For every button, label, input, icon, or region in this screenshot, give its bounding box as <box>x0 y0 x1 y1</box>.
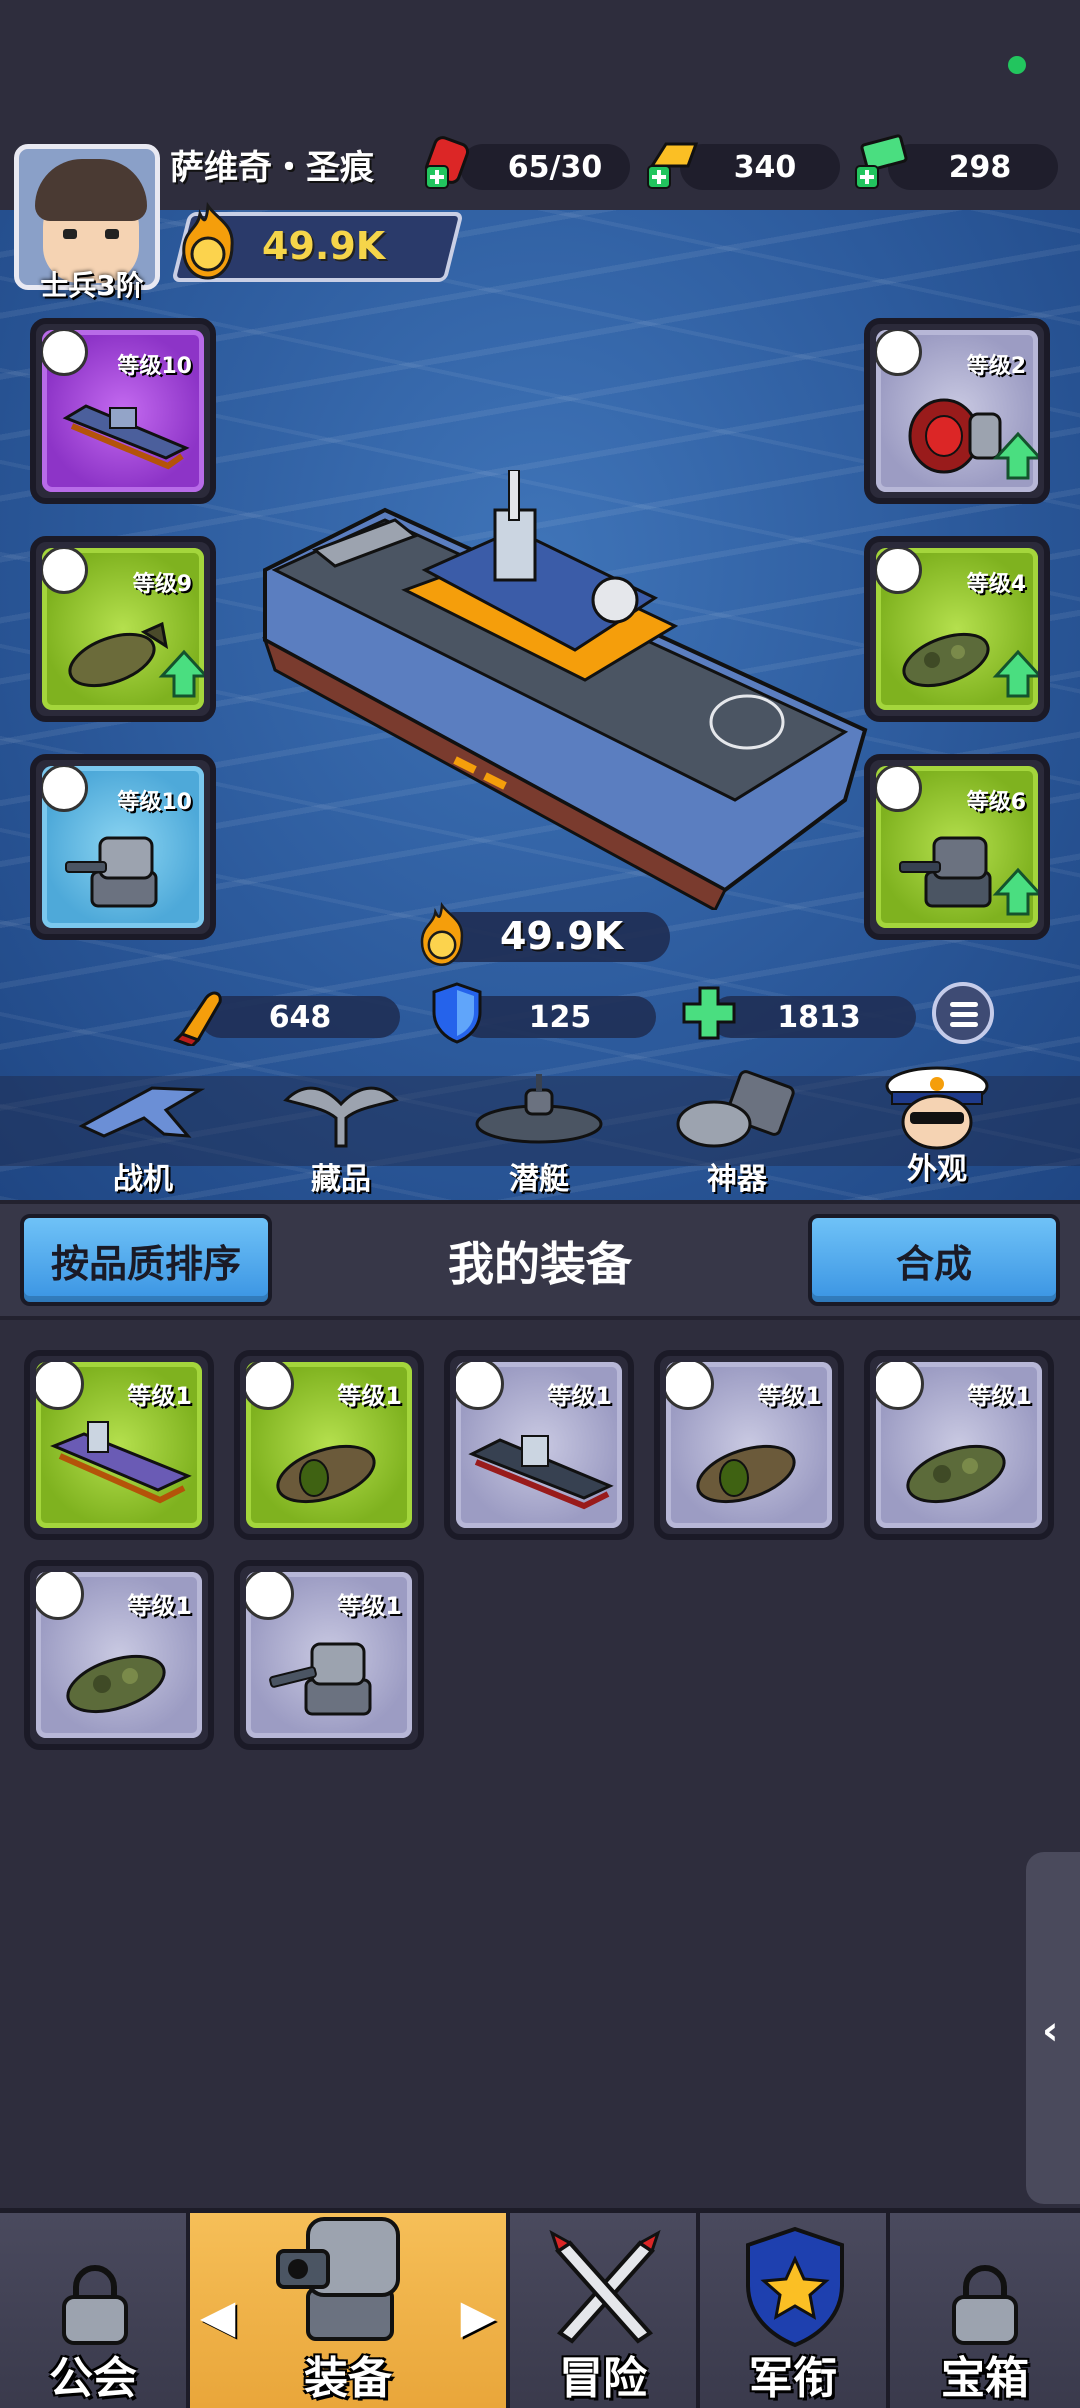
turret-item-icon <box>65 836 158 908</box>
torpedo-icon <box>876 1362 924 1410</box>
artifact-button[interactable]: 神器 <box>662 1070 812 1198</box>
turret-icon <box>876 766 922 812</box>
inventory-item[interactable]: 等级1 <box>234 1560 424 1750</box>
lock-icon <box>62 2265 128 2345</box>
chevron-left-icon: ‹ <box>1042 2008 1059 2054</box>
slot-level: 等级10 <box>117 354 192 379</box>
torpedo-item-icon <box>276 1444 376 1504</box>
ship-icon <box>42 330 88 376</box>
arrow-left-icon: ◀ <box>200 2289 236 2343</box>
slot-torpedo[interactable]: 等级9 <box>30 536 216 722</box>
player-name: 萨维奇・圣痕 <box>170 148 374 188</box>
merge-button[interactable]: 合成 <box>808 1214 1060 1306</box>
captain-avatar-icon <box>885 1066 989 1150</box>
upgrade-arrow-icon <box>992 867 1038 916</box>
inventory-item[interactable]: 等级1 <box>864 1350 1054 1540</box>
cash-icon[interactable] <box>852 130 912 190</box>
upgrade-arrow-icon <box>992 649 1038 698</box>
battleship-icon <box>468 1435 614 1510</box>
fighter-button[interactable]: 战机 <box>68 1070 218 1198</box>
lock-icon <box>952 2265 1018 2345</box>
submarine-icon <box>475 1074 603 1144</box>
torpedo-icon <box>246 1362 294 1410</box>
defense-value: 125 <box>528 1000 592 1035</box>
bottom-nav: 公会 ◀ ▶ 装备 冒险 军衔 宝箱 <box>0 2208 1080 2408</box>
turret-nav-icon <box>276 2217 400 2341</box>
ship-icon <box>456 1362 504 1410</box>
slot-hull[interactable]: 等级10 <box>30 318 216 504</box>
inventory-item[interactable]: 等级1 <box>234 1350 424 1540</box>
eagle-statue-icon <box>283 1086 399 1148</box>
nav-chest[interactable]: 宝箱 <box>890 2213 1080 2408</box>
inventory-item[interactable]: 等级1 <box>24 1350 214 1540</box>
crossed-missiles-icon <box>549 2229 661 2344</box>
slot-turret-2[interactable]: 等级6 <box>864 754 1050 940</box>
player-power: 49.9K <box>262 224 386 268</box>
engine-icon <box>876 330 922 376</box>
nav-adventure[interactable]: 冒险 <box>510 2213 700 2408</box>
arrow-right-icon: ▶ <box>460 2289 496 2343</box>
slot-level: 等级2 <box>966 354 1026 379</box>
status-bar <box>0 0 1080 130</box>
shield-icon <box>432 982 482 1044</box>
artifact-cannon-icon <box>676 1070 795 1148</box>
slot-level: 等级10 <box>117 790 192 815</box>
upgrade-arrow-icon <box>992 431 1038 480</box>
fighter-jet-icon <box>78 1086 206 1138</box>
gold-value: 340 <box>733 150 797 185</box>
player-rank: 士兵3阶 <box>40 269 144 302</box>
turret-icon <box>246 1572 294 1620</box>
rank-badge-icon <box>746 2226 844 2348</box>
fire-medal-icon <box>182 202 234 280</box>
stats-detail-button[interactable] <box>932 982 994 1044</box>
slot-torpedo-2[interactable]: 等级4 <box>864 536 1050 722</box>
hp-value: 1813 <box>777 1000 861 1035</box>
torpedo-item-icon <box>696 1444 796 1504</box>
fire-medal-icon <box>420 902 464 966</box>
inventory-item[interactable]: 等级1 <box>654 1350 844 1540</box>
bullet-icon <box>173 991 222 1046</box>
health-cross-icon <box>682 986 736 1040</box>
camo-torpedo-icon <box>66 1654 166 1714</box>
status-dot <box>1008 56 1026 74</box>
nav-guild[interactable]: 公会 <box>0 2213 190 2408</box>
ship-power-value: 49.9K <box>500 914 624 958</box>
inventory-item[interactable]: 等级1 <box>444 1350 634 1540</box>
warship-model[interactable] <box>255 470 875 910</box>
nav-military-rank[interactable]: 军衔 <box>700 2213 890 2408</box>
slot-level: 等级9 <box>132 572 192 597</box>
slot-level: 等级4 <box>966 572 1026 597</box>
slot-level: 等级6 <box>966 790 1026 815</box>
slot-turret[interactable]: 等级10 <box>30 754 216 940</box>
collection-button[interactable]: 藏品 <box>266 1070 416 1198</box>
turret-icon <box>42 766 88 812</box>
torpedo-icon <box>876 548 922 594</box>
cash-value: 298 <box>948 150 1012 185</box>
upgrade-arrow-icon <box>158 649 204 698</box>
fuel-can-icon[interactable] <box>420 130 480 190</box>
stamina-value: 65/30 <box>507 150 603 185</box>
attack-value: 648 <box>268 1000 332 1035</box>
torpedo-icon <box>666 1362 714 1410</box>
torpedo-icon <box>36 1572 84 1620</box>
carrier-icon <box>62 404 190 470</box>
gold-bar-icon[interactable] <box>644 130 704 190</box>
side-drawer-handle[interactable]: ‹ <box>1026 1852 1080 2204</box>
submarine-button[interactable]: 潜艇 <box>464 1070 614 1198</box>
inventory-item[interactable]: 等级1 <box>24 1560 214 1750</box>
torpedo-icon <box>42 548 88 594</box>
nav-equipment[interactable]: ◀ ▶ 装备 <box>190 2213 510 2408</box>
slot-engine[interactable]: 等级2 <box>864 318 1050 504</box>
appearance-button[interactable]: 外观 <box>862 1060 1012 1188</box>
ship-icon <box>36 1362 84 1410</box>
carrier-icon <box>50 1421 192 1504</box>
turret-item-icon <box>269 1642 372 1716</box>
camo-torpedo-icon <box>906 1444 1006 1504</box>
